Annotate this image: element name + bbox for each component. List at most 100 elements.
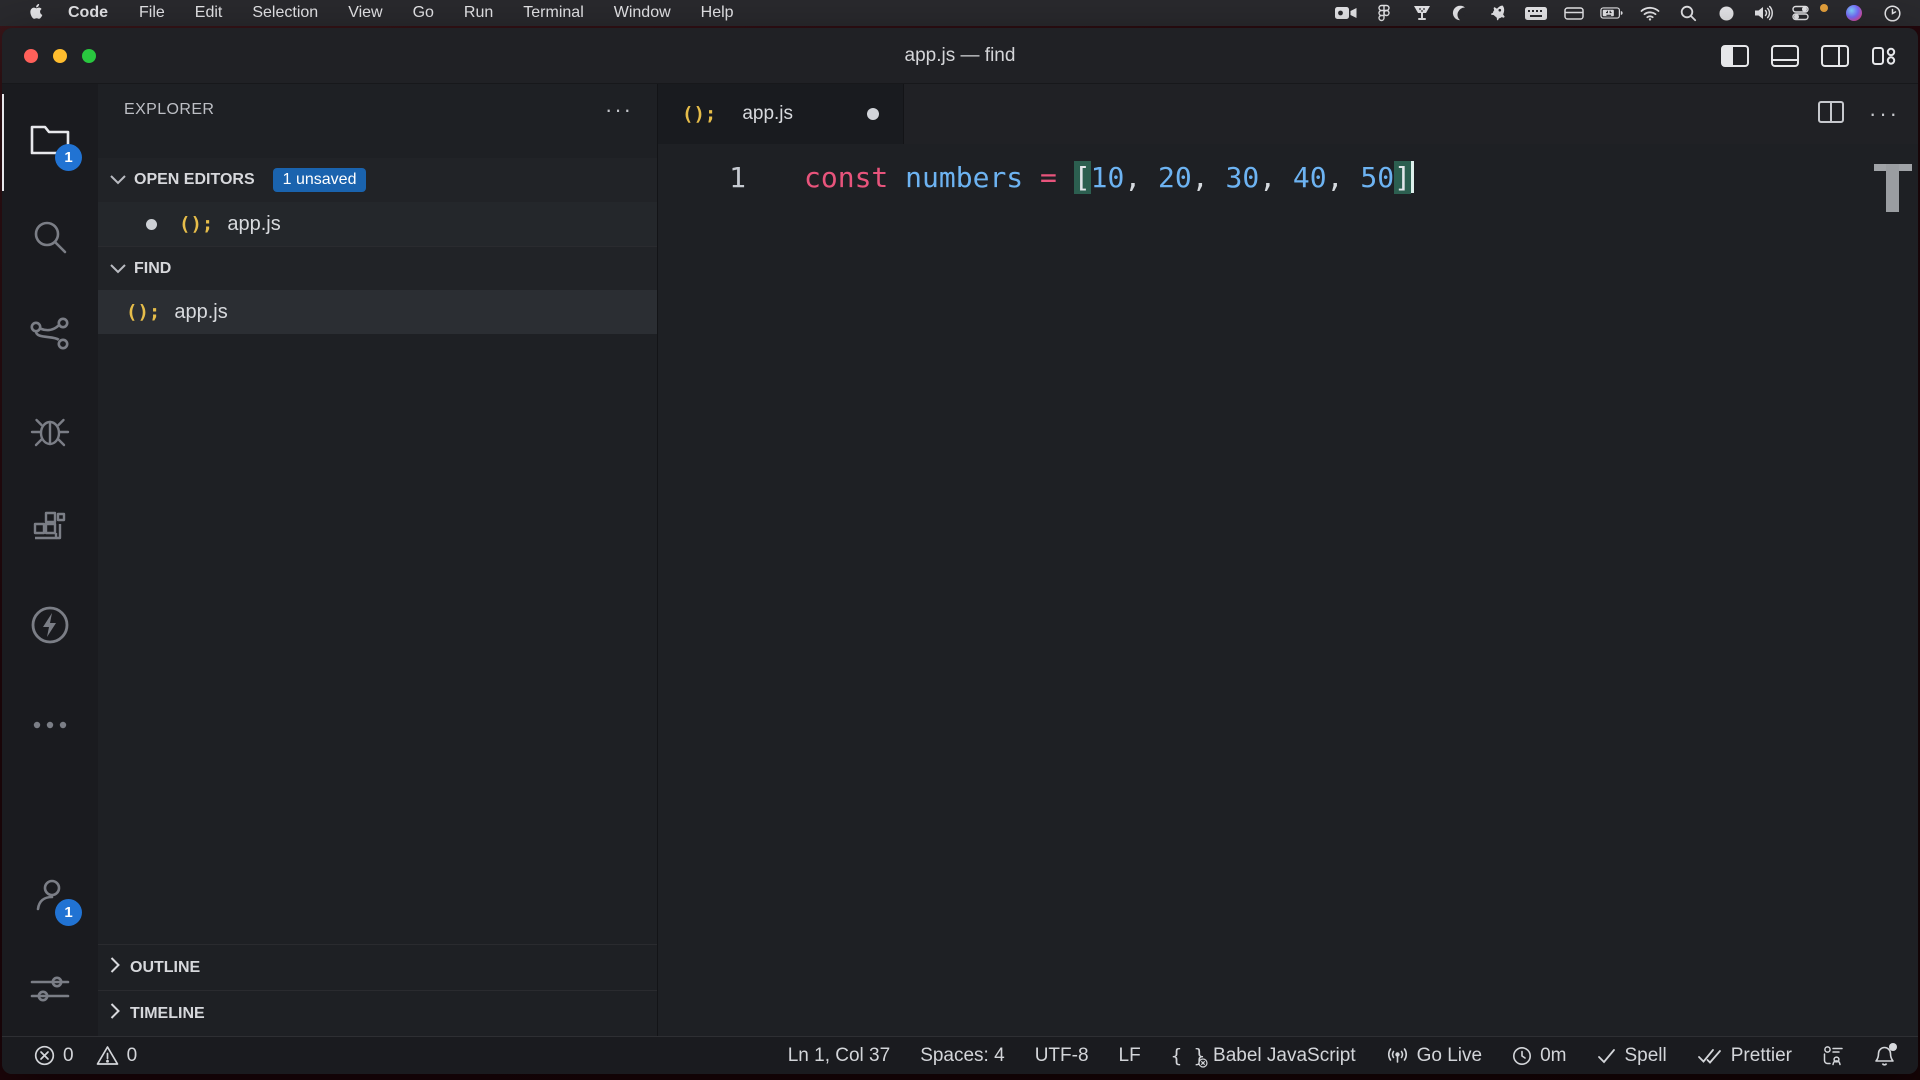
chevron-right-icon xyxy=(110,1003,120,1024)
outline-section-header[interactable]: OUTLINE xyxy=(98,944,657,990)
overview-ruler-mark xyxy=(1886,164,1899,212)
activity-settings[interactable] xyxy=(2,946,98,1036)
explorer-actions-button[interactable]: ··· xyxy=(605,97,633,123)
problems-indicator[interactable]: 0 0 xyxy=(26,1045,145,1067)
keyboard-icon[interactable] xyxy=(1524,4,1548,22)
spotlight-search-icon[interactable] xyxy=(1676,4,1700,22)
text-cursor xyxy=(1411,161,1414,193)
token-numbers: numbers xyxy=(905,161,1040,194)
activity-extensions[interactable] xyxy=(2,482,98,579)
menu-help[interactable]: Help xyxy=(686,4,749,22)
token-comma: , xyxy=(1192,161,1226,194)
open-editor-item-appjs[interactable]: (); app.js xyxy=(98,202,657,246)
token-const: const xyxy=(804,161,905,194)
activity-accounts[interactable]: 1 xyxy=(2,849,98,946)
claude-icon[interactable] xyxy=(1448,4,1472,22)
language-mode[interactable]: { } Babel JavaScript xyxy=(1156,1045,1371,1067)
activity-lightning[interactable] xyxy=(2,579,98,676)
explorer-sidebar: EXPLORER ··· OPEN EDITORS 1 unsaved (); … xyxy=(98,84,658,1036)
token-comma: , xyxy=(1124,161,1158,194)
warning-icon xyxy=(96,1045,119,1066)
check-icon xyxy=(1597,1048,1617,1064)
accounts-badge: 1 xyxy=(55,899,82,926)
toggle-primary-sidebar-button[interactable] xyxy=(1720,44,1750,68)
token-10: 10 xyxy=(1091,161,1125,194)
menu-edit[interactable]: Edit xyxy=(180,4,238,22)
activity-source-control[interactable] xyxy=(2,288,98,385)
tab-modified-dot[interactable] xyxy=(867,108,879,120)
menu-terminal[interactable]: Terminal xyxy=(508,4,598,22)
prettier-formatter[interactable]: Prettier xyxy=(1682,1045,1807,1067)
error-icon xyxy=(34,1045,55,1066)
toggle-secondary-sidebar-button[interactable] xyxy=(1820,44,1850,68)
token-40: 40 xyxy=(1293,161,1327,194)
apple-menu-icon[interactable] xyxy=(22,4,52,22)
timeline-section-header[interactable]: TIMELINE xyxy=(98,990,657,1036)
spell-checker[interactable]: Spell xyxy=(1582,1045,1682,1067)
figma-icon[interactable] xyxy=(1372,4,1396,22)
menu-go[interactable]: Go xyxy=(398,4,449,22)
people-icon xyxy=(1822,1045,1844,1067)
ellipsis-icon xyxy=(33,716,67,734)
eol-indicator[interactable]: LF xyxy=(1104,1045,1156,1067)
go-live-button[interactable]: Go Live xyxy=(1371,1045,1497,1067)
source-control-icon xyxy=(30,316,70,357)
sieve-icon[interactable] xyxy=(1410,4,1434,22)
toggle-panel-button[interactable] xyxy=(1770,44,1800,68)
timeline-label: TIMELINE xyxy=(130,1005,205,1023)
accounts-tree-button[interactable] xyxy=(1807,1045,1859,1067)
editor-more-actions-button[interactable]: ··· xyxy=(1869,101,1900,127)
split-editor-button[interactable] xyxy=(1817,100,1845,129)
menu-selection[interactable]: Selection xyxy=(237,4,333,22)
rocket-icon[interactable] xyxy=(1486,4,1510,22)
bug-icon xyxy=(29,412,71,455)
cursor-position[interactable]: Ln 1, Col 37 xyxy=(773,1045,905,1067)
settings-sliders-icon xyxy=(30,974,70,1009)
search-icon xyxy=(31,218,69,261)
battery-charging-icon[interactable] xyxy=(1600,4,1624,22)
wifi-icon[interactable] xyxy=(1638,4,1662,22)
siri-icon[interactable] xyxy=(1842,4,1866,22)
double-check-icon xyxy=(1697,1048,1723,1064)
open-editors-section-header[interactable]: OPEN EDITORS 1 unsaved xyxy=(98,158,657,202)
javascript-file-icon: (); xyxy=(126,301,160,323)
menu-app-name[interactable]: Code xyxy=(52,4,124,22)
find-label: FIND xyxy=(134,260,171,278)
sidebar-title: EXPLORER xyxy=(124,101,214,119)
activity-run-debug[interactable] xyxy=(2,385,98,482)
chevron-down-icon xyxy=(110,175,126,185)
menu-window[interactable]: Window xyxy=(599,4,686,22)
control-center-icon[interactable] xyxy=(1790,4,1814,22)
activity-explorer[interactable]: 1 xyxy=(2,94,98,191)
lightning-circle-icon xyxy=(30,605,70,650)
vscode-window: app.js — find 1 xyxy=(2,28,1918,1074)
clock-icon[interactable] xyxy=(1880,4,1904,22)
volume-icon[interactable] xyxy=(1752,4,1776,22)
macos-menu-bar: Code File Edit Selection View Go Run Ter… xyxy=(0,0,1920,26)
screen-record-icon[interactable] xyxy=(1334,4,1358,22)
activity-search[interactable] xyxy=(2,191,98,288)
tab-appjs[interactable]: (); app.js xyxy=(658,84,904,144)
token-comma: , xyxy=(1259,161,1293,194)
indentation-indicator[interactable]: Spaces: 4 xyxy=(905,1045,1020,1067)
find-section-header[interactable]: FIND xyxy=(98,246,657,290)
timer-indicator[interactable]: 0m xyxy=(1497,1045,1581,1067)
encoding-indicator[interactable]: UTF-8 xyxy=(1020,1045,1104,1067)
bell-icon xyxy=(1874,1045,1895,1067)
menu-run[interactable]: Run xyxy=(449,4,508,22)
battery-case-icon[interactable] xyxy=(1562,4,1586,22)
editor-group: (); app.js ··· 1 const numbers = [10, 20… xyxy=(658,84,1918,1036)
menu-view[interactable]: View xyxy=(333,4,397,22)
find-item-appjs[interactable]: (); app.js xyxy=(98,290,657,334)
activity-more[interactable] xyxy=(2,676,98,773)
menu-file[interactable]: File xyxy=(124,4,180,22)
token-20: 20 xyxy=(1158,161,1192,194)
notifications-button[interactable] xyxy=(1859,1045,1910,1067)
customize-layout-button[interactable] xyxy=(1870,44,1898,68)
status-dot-icon[interactable] xyxy=(1714,4,1738,22)
status-bar: 0 0 Ln 1, Col 37 Spaces: 4 UTF-8 LF { } … xyxy=(2,1036,1918,1074)
line-number: 1 xyxy=(658,158,746,198)
chevron-right-icon xyxy=(110,957,120,978)
code-editor[interactable]: 1 const numbers = [10, 20, 30, 40, 50] xyxy=(658,144,1918,1036)
outline-label: OUTLINE xyxy=(130,959,200,977)
